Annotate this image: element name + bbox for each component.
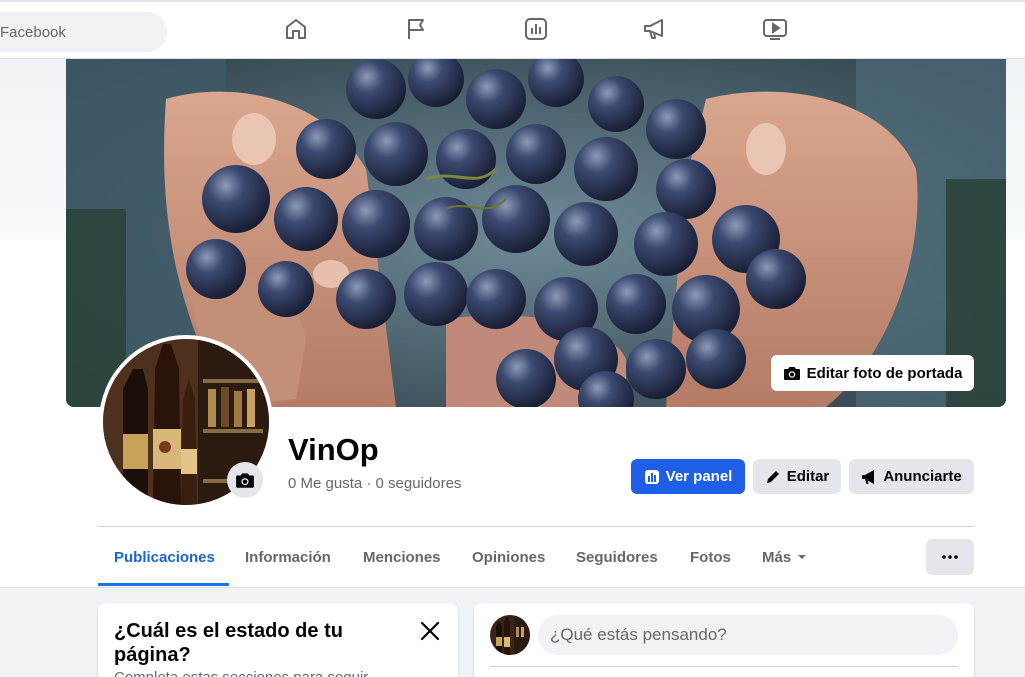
edit-page-button[interactable]: Editar [753, 459, 841, 494]
tab-label: Fotos [690, 548, 731, 566]
advertise-label: Anunciarte [883, 468, 962, 485]
page-status-card: ¿Cuál es el estado de tu página? Complet… [98, 603, 458, 677]
tab-fotos[interactable]: Fotos [690, 527, 731, 587]
search-box[interactable] [0, 12, 167, 52]
pencil-icon [766, 470, 779, 483]
view-dashboard-button[interactable]: Ver panel [631, 459, 745, 494]
megaphone-icon[interactable] [642, 16, 668, 42]
post-composer-card [474, 603, 974, 677]
tab-label: Seguidores [576, 548, 658, 566]
view-dashboard-label: Ver panel [665, 468, 733, 485]
page-stats: 0 Me gusta · 0 seguidores [288, 475, 462, 492]
home-icon[interactable] [283, 16, 309, 42]
tab-label: Más [762, 548, 792, 566]
insights-icon[interactable] [523, 16, 549, 42]
tab-label: Opiniones [472, 548, 546, 566]
composer-divider [490, 666, 958, 667]
tab-mas[interactable]: Más [762, 527, 807, 587]
header-bottom-border [0, 587, 1025, 588]
tab-seguidores[interactable]: Seguidores [576, 527, 658, 587]
search-input[interactable] [0, 12, 160, 52]
caret-down-icon [798, 555, 807, 559]
tab-label: Publicaciones [114, 548, 215, 566]
edit-cover-photo-button[interactable]: Editar foto de portada [771, 355, 974, 391]
close-icon[interactable] [418, 619, 442, 643]
composer-avatar[interactable] [490, 615, 530, 655]
tab-informacion[interactable]: Información [245, 527, 331, 587]
megaphone-icon [862, 469, 875, 484]
more-options-button[interactable] [926, 539, 974, 575]
ellipsis-icon [942, 555, 958, 559]
tab-label: Información [245, 548, 331, 566]
page-title: VinOp [288, 432, 379, 467]
edit-cover-photo-label: Editar foto de portada [806, 364, 963, 382]
top-navbar [0, 0, 1025, 59]
avatar-wine-bottles-image [490, 615, 530, 655]
video-icon[interactable] [762, 16, 788, 42]
dashboard-icon [644, 469, 659, 484]
advertise-button[interactable]: Anunciarte [849, 459, 974, 494]
page-status-title: ¿Cuál es el estado de tu página? [114, 620, 343, 666]
update-avatar-button[interactable] [227, 462, 263, 498]
active-tab-indicator [98, 583, 229, 586]
page-status-subtitle: Completa estas secciones para seguir [114, 669, 368, 677]
camera-icon [236, 473, 254, 488]
camera-icon [783, 367, 800, 380]
edit-page-label: Editar [786, 468, 830, 485]
tab-menciones[interactable]: Menciones [363, 527, 441, 587]
tab-publicaciones[interactable]: Publicaciones [114, 527, 215, 587]
composer-input[interactable] [538, 615, 958, 655]
tab-opiniones[interactable]: Opiniones [472, 527, 545, 587]
tab-label: Menciones [363, 548, 441, 566]
flag-icon[interactable] [403, 16, 429, 42]
